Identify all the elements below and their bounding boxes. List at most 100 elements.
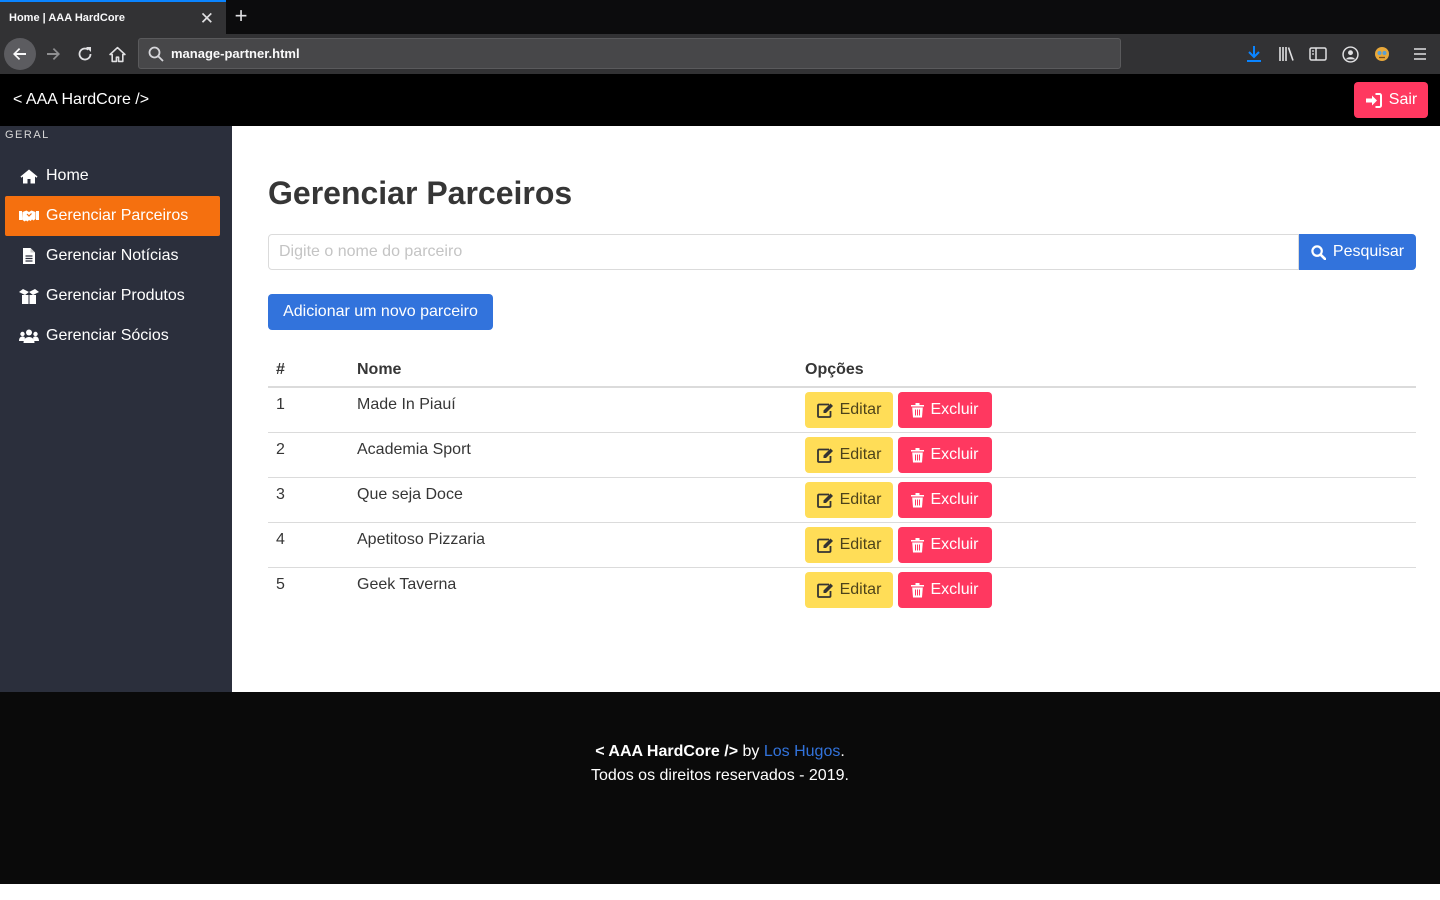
library-icon xyxy=(1279,47,1294,61)
logout-button[interactable]: Sair xyxy=(1354,82,1428,118)
site-footer: < AAA HardCore /> by Los Hugos. Todos os… xyxy=(0,692,1440,884)
tab-title: Home | AAA HardCore xyxy=(9,12,125,24)
account-icon xyxy=(1341,45,1359,63)
search-button-label: Pesquisar xyxy=(1332,243,1405,260)
delete-button[interactable]: Excluir xyxy=(898,392,992,428)
account-button[interactable] xyxy=(1340,44,1360,64)
back-button[interactable] xyxy=(4,38,36,70)
partner-name: Academia Sport xyxy=(357,441,471,458)
sidebar-item-partners[interactable]: Gerenciar Parceiros xyxy=(5,196,220,236)
users-icon xyxy=(19,329,39,343)
brand-logo-text[interactable]: < AAA HardCore /> xyxy=(13,91,149,109)
close-tab-icon[interactable]: ✕ xyxy=(200,9,214,29)
download-icon xyxy=(1247,46,1261,62)
search-button[interactable]: Pesquisar xyxy=(1299,234,1416,270)
table-row: 5 Geek Taverna Editar Excluir xyxy=(268,568,1416,613)
footer-credits: < AAA HardCore /> by Los Hugos. xyxy=(0,743,1440,761)
row-number: 5 xyxy=(276,576,285,593)
main-content: Gerenciar Parceiros Pesquisar Adicionar … xyxy=(232,126,1440,692)
menu-section-label: GERAL xyxy=(5,129,50,141)
url-bar[interactable]: manage-partner.html xyxy=(138,38,1121,69)
edit-button[interactable]: Editar xyxy=(805,392,893,428)
delete-label: Excluir xyxy=(930,446,979,463)
delete-button[interactable]: Excluir xyxy=(898,572,992,608)
delete-label: Excluir xyxy=(930,491,979,508)
forward-button[interactable] xyxy=(37,38,69,70)
footer-author-link[interactable]: Los Hugos xyxy=(764,743,841,760)
edit-icon xyxy=(816,583,833,598)
row-number: 1 xyxy=(276,396,285,413)
row-number: 2 xyxy=(276,441,285,458)
table-row: 3 Que seja Doce Editar Excluir xyxy=(268,478,1416,523)
sidebar-item-news[interactable]: Gerenciar Notícias xyxy=(5,236,220,276)
row-actions: Editar Excluir xyxy=(805,437,992,473)
extension-icon xyxy=(1375,47,1389,61)
box-open-icon xyxy=(19,288,39,304)
delete-button[interactable]: Excluir xyxy=(898,437,992,473)
footer-by: by xyxy=(738,743,764,760)
delete-label: Excluir xyxy=(930,401,979,418)
sidebar-toggle-button[interactable] xyxy=(1308,44,1328,64)
add-partner-button[interactable]: Adicionar um novo parceiro xyxy=(268,294,493,330)
trash-icon xyxy=(911,447,925,462)
downloads-button[interactable] xyxy=(1244,44,1264,64)
trash-icon xyxy=(911,402,925,417)
partners-table: # Nome Opções 1 Made In Piauí Editar Exc… xyxy=(268,358,1416,613)
handshake-icon xyxy=(19,209,39,223)
home-icon xyxy=(19,169,39,184)
edit-icon xyxy=(816,493,833,508)
hamburger-icon xyxy=(1414,48,1426,60)
sidebar-item-members[interactable]: Gerenciar Sócios xyxy=(5,316,220,356)
partner-name: Geek Taverna xyxy=(357,576,457,593)
row-number: 4 xyxy=(276,531,285,548)
new-tab-button[interactable]: + xyxy=(231,3,251,29)
menu-button[interactable] xyxy=(1410,44,1430,64)
table-header: # Nome Opções xyxy=(268,358,1416,388)
footer-period: . xyxy=(840,743,845,760)
delete-button[interactable]: Excluir xyxy=(898,482,992,518)
sidebar-item-label: Gerenciar Notícias xyxy=(46,247,179,264)
search-input[interactable] xyxy=(268,234,1299,270)
footer-brand: < AAA HardCore /> xyxy=(595,743,739,760)
extension-button[interactable] xyxy=(1372,44,1392,64)
browser-navbar: manage-partner.html xyxy=(0,34,1440,74)
sidebar-item-products[interactable]: Gerenciar Produtos xyxy=(5,276,220,316)
sidebar-item-label: Gerenciar Sócios xyxy=(46,327,169,344)
library-button[interactable] xyxy=(1277,44,1297,64)
site-header: < AAA HardCore /> Sair xyxy=(0,74,1440,126)
sidebar-icon xyxy=(1309,47,1327,61)
sidebar-item-home[interactable]: Home xyxy=(5,156,220,196)
trash-icon xyxy=(911,582,925,597)
column-header-name: Nome xyxy=(357,361,402,378)
edit-button[interactable]: Editar xyxy=(805,437,893,473)
delete-label: Excluir xyxy=(930,581,979,598)
browser-tab[interactable]: Home | AAA HardCore ✕ xyxy=(0,0,226,34)
home-button[interactable] xyxy=(101,38,133,70)
sidebar-item-label: Gerenciar Parceiros xyxy=(46,207,189,224)
partner-name: Que seja Doce xyxy=(357,486,463,503)
column-header-options: Opções xyxy=(805,361,864,378)
reload-button[interactable] xyxy=(69,38,101,70)
edit-button[interactable]: Editar xyxy=(805,527,893,563)
trash-icon xyxy=(911,492,925,507)
column-header-number: # xyxy=(276,361,285,378)
sidebar-item-label: Home xyxy=(46,167,89,184)
edit-icon xyxy=(816,403,833,418)
browser-tabbar: Home | AAA HardCore ✕ + xyxy=(0,0,1440,34)
file-icon xyxy=(19,248,39,264)
delete-label: Excluir xyxy=(930,536,979,553)
table-row: 2 Academia Sport Editar Excluir xyxy=(268,433,1416,478)
edit-icon xyxy=(816,538,833,553)
delete-button[interactable]: Excluir xyxy=(898,527,992,563)
row-number: 3 xyxy=(276,486,285,503)
partner-name: Made In Piauí xyxy=(357,396,456,413)
edit-button[interactable]: Editar xyxy=(805,482,893,518)
arrow-right-icon xyxy=(47,48,60,60)
edit-button[interactable]: Editar xyxy=(805,572,893,608)
edit-label: Editar xyxy=(839,536,882,553)
url-text: manage-partner.html xyxy=(171,46,300,61)
edit-label: Editar xyxy=(839,581,882,598)
row-actions: Editar Excluir xyxy=(805,527,992,563)
row-actions: Editar Excluir xyxy=(805,482,992,518)
edit-label: Editar xyxy=(839,401,882,418)
